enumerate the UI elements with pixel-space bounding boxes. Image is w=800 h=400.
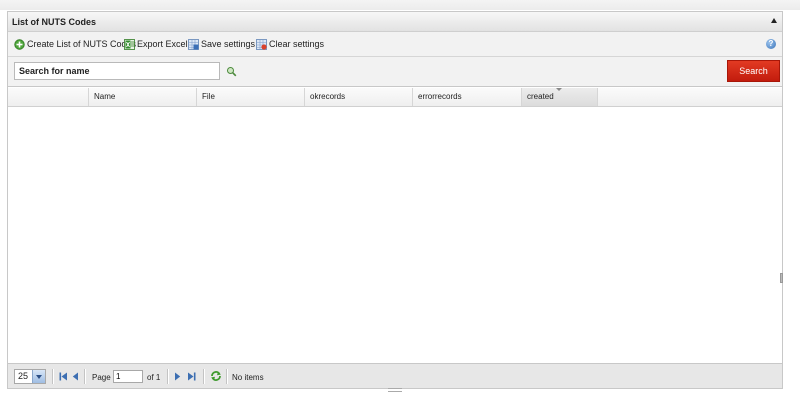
panel-title: List of NUTS Codes bbox=[12, 17, 97, 27]
nuts-codes-panel: List of NUTS Codes Create List of NUTS C… bbox=[7, 11, 783, 389]
pager-divider bbox=[226, 369, 228, 384]
column-header-okrecords[interactable]: okrecords bbox=[305, 88, 413, 106]
save-settings-button[interactable]: Save settings bbox=[188, 37, 255, 51]
chevron-down-icon bbox=[32, 370, 45, 383]
top-strip bbox=[0, 0, 800, 10]
refresh-icon[interactable] bbox=[210, 370, 222, 382]
column-okrecords-label: okrecords bbox=[310, 92, 346, 101]
pager-divider bbox=[84, 369, 86, 384]
pager-divider bbox=[203, 369, 205, 384]
export-excel-label: Export Excel bbox=[137, 39, 188, 49]
last-page-icon[interactable] bbox=[187, 372, 196, 381]
clear-settings-label: Clear settings bbox=[269, 39, 325, 49]
sort-descending-icon bbox=[556, 88, 562, 91]
pager: 25 Page of 1 No items bbox=[8, 363, 782, 388]
add-icon bbox=[14, 38, 25, 50]
column-name-label: Name bbox=[94, 92, 116, 101]
clear-settings-button[interactable]: Clear settings bbox=[256, 37, 324, 51]
toolbar: Create List of NUTS Codes Export Excel S… bbox=[8, 32, 782, 57]
pager-divider bbox=[167, 369, 169, 384]
column-header-created[interactable]: created bbox=[522, 88, 598, 106]
grid-body bbox=[8, 107, 783, 363]
column-errorrecords-label: errorrecords bbox=[418, 92, 462, 101]
excel-icon bbox=[124, 38, 135, 50]
column-created-label: created bbox=[527, 92, 554, 101]
search-bar: Search bbox=[8, 57, 782, 87]
export-excel-button[interactable]: Export Excel bbox=[124, 37, 188, 51]
column-file-label: File bbox=[202, 92, 215, 101]
column-header-errorrecords[interactable]: errorrecords bbox=[413, 88, 522, 106]
search-button[interactable]: Search bbox=[727, 60, 780, 82]
help-icon[interactable]: ? bbox=[766, 39, 776, 49]
collapse-icon[interactable] bbox=[771, 18, 777, 23]
first-page-icon[interactable] bbox=[59, 372, 68, 381]
pager-status: No items bbox=[232, 373, 264, 382]
search-icon[interactable] bbox=[226, 66, 237, 77]
next-page-icon[interactable] bbox=[174, 372, 181, 381]
create-list-label: Create List of NUTS Codes bbox=[27, 39, 137, 49]
column-header-file[interactable]: File bbox=[197, 88, 305, 106]
save-settings-label: Save settings bbox=[201, 39, 256, 49]
search-button-label: Search bbox=[739, 66, 768, 76]
panel-titlebar: List of NUTS Codes bbox=[8, 12, 782, 32]
previous-page-icon[interactable] bbox=[72, 372, 79, 381]
column-header-select[interactable] bbox=[8, 88, 89, 106]
page-number-input[interactable] bbox=[113, 370, 143, 383]
clear-settings-icon bbox=[256, 38, 267, 50]
column-header-name[interactable]: Name bbox=[89, 88, 197, 106]
resize-handle[interactable] bbox=[388, 388, 402, 392]
page-size-select[interactable]: 25 bbox=[14, 369, 46, 384]
page-label: Page bbox=[92, 373, 111, 382]
search-input[interactable] bbox=[14, 62, 220, 80]
create-list-button[interactable]: Create List of NUTS Codes bbox=[14, 37, 136, 51]
resize-grip[interactable] bbox=[780, 273, 783, 283]
page-count-label: of 1 bbox=[147, 373, 161, 382]
save-settings-icon bbox=[188, 38, 199, 50]
page-size-value: 25 bbox=[18, 371, 29, 381]
grid-header: Name File okrecords errorrecords created bbox=[8, 88, 782, 107]
pager-divider bbox=[52, 369, 54, 384]
